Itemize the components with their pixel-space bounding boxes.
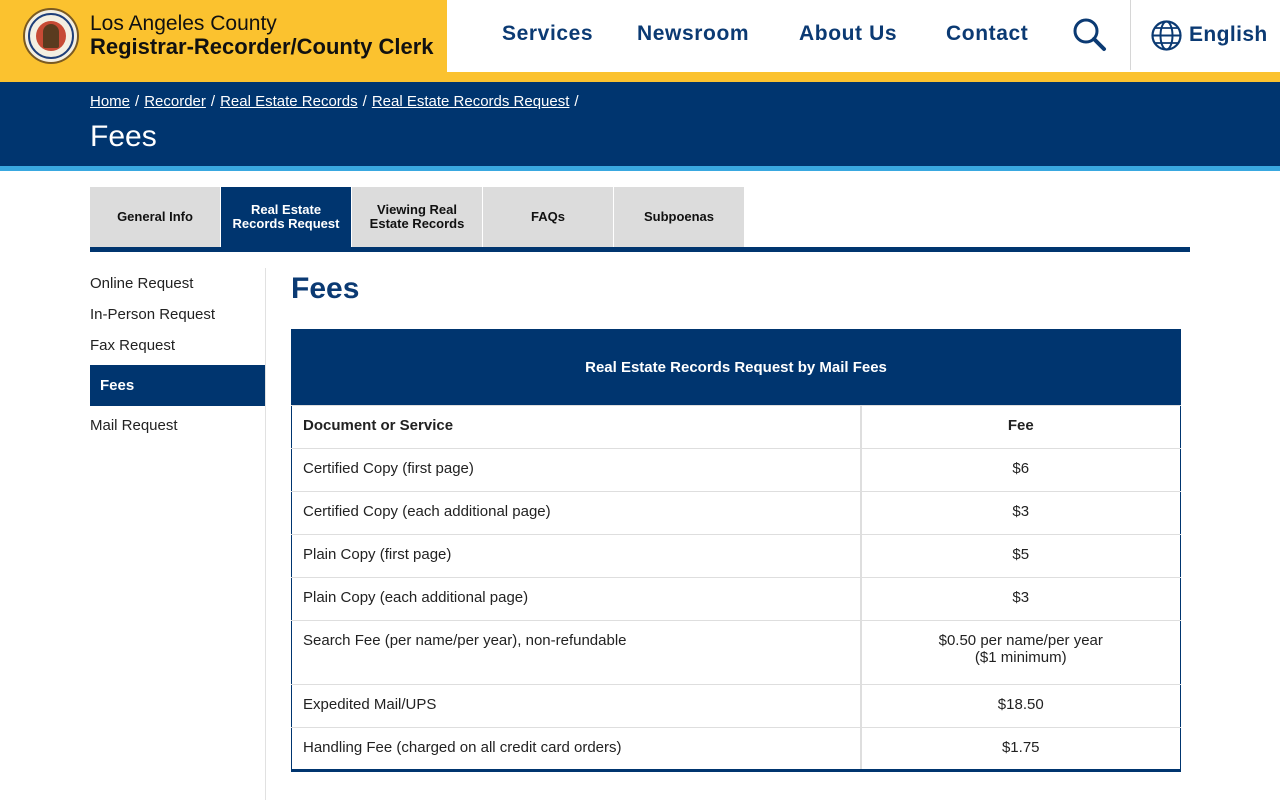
sidenav-online-request[interactable]: Online Request xyxy=(90,268,265,299)
banner-accent-stripe xyxy=(0,166,1280,171)
table-row: Handling Fee (charged on all credit card… xyxy=(291,727,1181,771)
language-divider xyxy=(1130,0,1131,70)
tab-viewing-real-estate-records[interactable]: Viewing Real Estate Records xyxy=(352,187,482,247)
table-row: Certified Copy (each additional page) $3 xyxy=(291,491,1181,535)
breadcrumb: Home / Recorder / Real Estate Records / Real E… xyxy=(90,93,584,110)
language-selector[interactable]: English xyxy=(1150,18,1268,52)
brand-block[interactable]: Los Angeles County Registrar-Recorder/Co… xyxy=(0,0,447,82)
nav-about-us[interactable]: About Us xyxy=(799,22,897,46)
page-banner: Home / Recorder / Real Estate Records / Real E… xyxy=(0,82,1280,166)
row-fee: $3 xyxy=(859,491,1181,535)
row-fee: $3 xyxy=(859,577,1181,621)
header-yellow-stripe xyxy=(447,72,1280,82)
row-service: Certified Copy (first page) xyxy=(291,448,861,492)
side-navigation: Online Request In-Person Request Fax Req… xyxy=(90,268,265,441)
page-title: Fees xyxy=(90,120,157,153)
brand-line-county: Los Angeles County xyxy=(90,12,277,35)
tab-general-info[interactable]: General Info xyxy=(90,187,220,247)
table-row: Expedited Mail/UPS $18.50 xyxy=(291,684,1181,728)
tab-faqs[interactable]: FAQs xyxy=(483,187,613,247)
row-service: Expedited Mail/UPS xyxy=(291,684,861,728)
nav-contact[interactable]: Contact xyxy=(946,22,1028,46)
table-row: Plain Copy (first page) $5 xyxy=(291,534,1181,578)
nav-newsroom[interactable]: Newsroom xyxy=(637,22,749,46)
breadcrumb-separator: / xyxy=(210,93,216,110)
table-caption-row: Real Estate Records Request by Mail Fees xyxy=(291,329,1181,406)
row-fee: $0.50 per name/per year ($1 minimum) xyxy=(859,620,1181,685)
table-row: Plain Copy (each additional page) $3 xyxy=(291,577,1181,621)
section-tabs: General Info Real Estate Records Request… xyxy=(90,187,745,247)
nav-services[interactable]: Services xyxy=(502,22,593,46)
sidebar-divider xyxy=(265,268,266,800)
table-row: Certified Copy (first page) $6 xyxy=(291,448,1181,492)
brand-name: Los Angeles County Registrar-Recorder/Co… xyxy=(90,13,434,58)
language-label: English xyxy=(1189,23,1268,46)
row-fee: $5 xyxy=(859,534,1181,578)
breadcrumb-recorder[interactable]: Recorder xyxy=(144,93,206,110)
fees-table: Real Estate Records Request by Mail Fees… xyxy=(291,329,1181,772)
tabs-underline xyxy=(90,247,1190,252)
breadcrumb-real-estate-records-request[interactable]: Real Estate Records Request xyxy=(372,93,570,110)
sidenav-in-person-request[interactable]: In-Person Request xyxy=(90,299,265,330)
tab-real-estate-records-request[interactable]: Real Estate Records Request xyxy=(221,187,351,247)
breadcrumb-separator: / xyxy=(574,93,579,110)
tab-subpoenas[interactable]: Subpoenas xyxy=(614,187,744,247)
globe-icon xyxy=(1151,19,1182,51)
table-row: Search Fee (per name/per year), non-refu… xyxy=(291,620,1181,685)
content-heading: Fees xyxy=(291,272,360,305)
table-header-row: Document or Service Fee xyxy=(291,405,1181,449)
search-icon xyxy=(1073,18,1106,51)
row-fee-note: ($1 minimum) xyxy=(974,649,1067,666)
row-service: Handling Fee (charged on all credit card… xyxy=(291,727,861,771)
sidenav-mail-request[interactable]: Mail Request xyxy=(90,410,265,441)
breadcrumb-home[interactable]: Home xyxy=(90,93,130,110)
table-caption: Real Estate Records Request by Mail Fees xyxy=(291,329,1181,406)
column-header-document: Document or Service xyxy=(291,405,861,449)
row-fee: $18.50 xyxy=(859,684,1181,728)
breadcrumb-separator: / xyxy=(362,93,367,110)
column-header-fee: Fee xyxy=(859,405,1181,449)
breadcrumb-separator: / xyxy=(135,93,140,110)
row-fee-main: $0.50 per name/per year xyxy=(938,632,1103,649)
row-service: Certified Copy (each additional page) xyxy=(291,491,861,535)
site-header: Los Angeles County Registrar-Recorder/Co… xyxy=(0,0,1280,82)
row-fee: $1.75 xyxy=(859,727,1181,771)
brand-line-department: Registrar-Recorder/County Clerk xyxy=(90,34,434,59)
county-seal-icon xyxy=(23,8,79,64)
row-service: Plain Copy (each additional page) xyxy=(291,577,861,621)
breadcrumb-real-estate-records[interactable]: Real Estate Records xyxy=(220,93,358,110)
sidenav-fees[interactable]: Fees xyxy=(90,365,265,406)
sidenav-fax-request[interactable]: Fax Request xyxy=(90,330,265,361)
row-service: Plain Copy (first page) xyxy=(291,534,861,578)
row-fee: $6 xyxy=(859,448,1181,492)
search-button[interactable] xyxy=(1070,14,1110,54)
row-service: Search Fee (per name/per year), non-refu… xyxy=(291,620,861,685)
